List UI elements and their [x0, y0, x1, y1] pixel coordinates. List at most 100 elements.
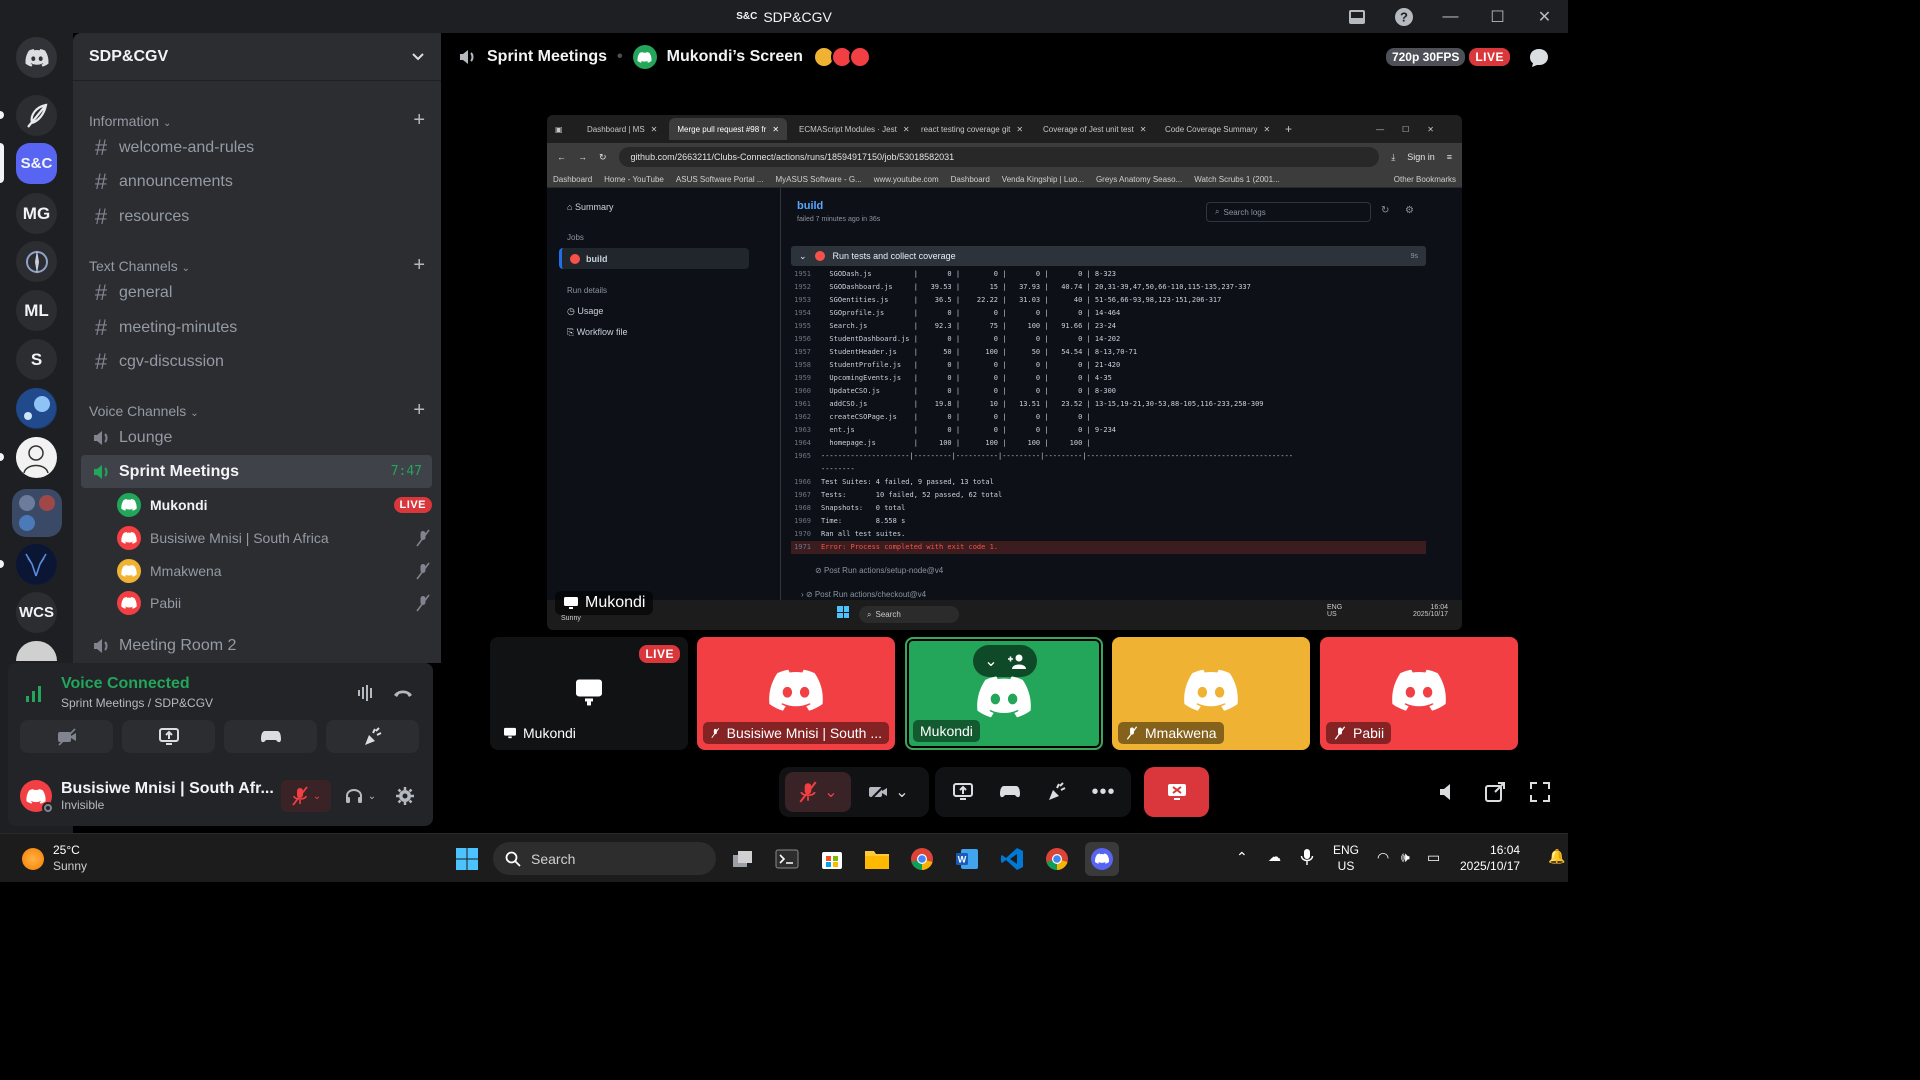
browser-tab[interactable]: Code Coverage Summary ✕ [1157, 118, 1275, 140]
chat-bubble-icon[interactable] [1528, 47, 1550, 69]
voice-location[interactable]: Sprint Meetings / SDP&CGV [61, 696, 213, 710]
more-options-button[interactable]: ••• [1082, 772, 1125, 812]
people-icon[interactable] [1006, 653, 1026, 669]
voice-channel-meeting-room-2[interactable]: Meeting Room 2 [81, 629, 432, 662]
category-text-channels[interactable]: Text Channels ⌄ + [89, 254, 425, 277]
volume-icon[interactable] [1437, 781, 1459, 803]
voice-user-pabii[interactable]: Pabii [117, 588, 432, 618]
participant-tile-stream[interactable]: LIVE Mukondi [490, 637, 688, 750]
voice-channel-lounge[interactable]: Lounge [81, 421, 432, 454]
download-icon[interactable]: ⤓ [1391, 152, 1395, 163]
add-channel-icon[interactable]: + [413, 109, 425, 132]
deafen-button[interactable]: ⌄ [335, 780, 385, 812]
workflow-file-link[interactable]: ⎘ Workflow file [567, 327, 628, 338]
bookmark[interactable]: Venda Kingship | Luo... [1002, 175, 1084, 184]
weather-widget[interactable]: 25°C Sunny [53, 842, 87, 874]
discord-taskbar-icon[interactable] [1085, 842, 1119, 876]
tab-actions-icon[interactable]: ▣ [555, 125, 575, 134]
server-icon-mg[interactable]: MG [16, 193, 57, 234]
channel-announcements[interactable]: # announcements [81, 165, 432, 198]
bookmark[interactable]: Other Bookmarks [1394, 175, 1456, 184]
language-indicator[interactable]: ENG US [1333, 842, 1359, 874]
user-avatar[interactable] [20, 780, 54, 814]
browser-tab[interactable]: Dashboard | MS ✕ [579, 118, 665, 140]
close-icon[interactable]: ✕ [651, 125, 658, 134]
camera-off-button[interactable] [20, 720, 113, 753]
channel-welcome-and-rules[interactable]: # welcome-and-rules [81, 131, 432, 164]
reload-icon[interactable]: ↻ [599, 152, 607, 163]
minimize-button[interactable]: — [1427, 0, 1474, 33]
channel-meeting-minutes[interactable]: # meeting-minutes [81, 311, 432, 344]
browser-tab[interactable]: Merge pull request #98 fr ✕ [669, 118, 788, 140]
close-icon[interactable]: ✕ [1016, 125, 1023, 134]
menu-icon[interactable]: ≡ [1447, 152, 1452, 162]
disconnect-icon[interactable] [392, 683, 414, 703]
terminal-icon[interactable] [770, 842, 804, 876]
bookmark[interactable]: Dashboard [553, 175, 592, 184]
post-step[interactable]: ⊘ Post Run actions/setup-node@v4 [815, 566, 943, 575]
server-icon-compass[interactable] [16, 241, 57, 282]
participant-tile-pabii[interactable]: Pabii [1320, 637, 1518, 750]
bookmark[interactable]: Dashboard [951, 175, 990, 184]
category-voice-channels[interactable]: Voice Channels ⌄ + [89, 399, 425, 422]
refresh-icon[interactable]: ↻ [1381, 205, 1389, 216]
mute-toggle-button[interactable]: ⌄ [785, 772, 851, 812]
store-icon[interactable] [815, 842, 849, 876]
url-field[interactable]: github.com/2663211/Clubs-Connect/actions… [618, 147, 1380, 167]
bookmark[interactable]: Home - YouTube [604, 175, 664, 184]
server-icon-ml[interactable]: ML [16, 290, 57, 331]
settings-button[interactable] [389, 780, 421, 812]
participant-tile-busisiwe[interactable]: Busisiwe Mnisi | South ... [697, 637, 895, 750]
file-explorer-icon[interactable] [860, 842, 894, 876]
channel-cgv-discussion[interactable]: # cgv-discussion [81, 345, 432, 378]
wifi-icon[interactable]: ◠ [1377, 849, 1389, 866]
microphone-icon[interactable] [1300, 848, 1314, 866]
participant-tile-mukondi[interactable]: ⌄ Mukondi [905, 637, 1103, 750]
back-icon[interactable]: ← [557, 152, 566, 162]
taskbar-search[interactable]: Search [493, 842, 716, 875]
server-icon-deer[interactable] [16, 544, 57, 585]
inbox-icon[interactable] [1333, 0, 1380, 33]
server-icon-sc[interactable]: S&C [16, 143, 57, 184]
screen-share-button[interactable] [122, 720, 215, 753]
chevron-down-icon[interactable]: ⌄ [313, 791, 321, 802]
add-channel-icon[interactable]: + [413, 254, 425, 277]
shared-screen[interactable]: ▣ Dashboard | MS ✕ Merge pull request #98… [547, 115, 1462, 630]
bookmark[interactable]: www.youtube.com [874, 175, 939, 184]
window-controls[interactable]: —☐✕ [1376, 125, 1452, 134]
close-icon[interactable]: ✕ [772, 125, 779, 134]
channel-general[interactable]: # general [81, 276, 432, 309]
channel-resources[interactable]: # resources [81, 200, 432, 233]
chevron-down-icon[interactable]: ⌄ [984, 651, 997, 671]
voice-channel-sprint-meetings[interactable]: Sprint Meetings 7:47 [81, 455, 432, 488]
windows-start-button[interactable] [450, 842, 484, 876]
pop-out-icon[interactable] [1484, 781, 1506, 803]
post-step[interactable]: › ⊘ Post Run actions/checkout@v4 [801, 590, 926, 599]
volume-icon[interactable]: 🕪 [1401, 849, 1410, 866]
server-header[interactable]: SDP&CGV [73, 33, 441, 81]
vscode-icon[interactable] [995, 842, 1029, 876]
browser-tab[interactable]: react testing coverage git ✕ [913, 118, 1031, 140]
browser-tab[interactable]: ECMAScript Modules · Jest ✕ [791, 118, 909, 140]
participant-tile-mmakwena[interactable]: Mmakwena [1112, 637, 1310, 750]
help-icon[interactable]: ? [1380, 0, 1427, 33]
bookmark[interactable]: ASUS Software Portal ... [676, 175, 764, 184]
close-icon[interactable]: ✕ [1140, 125, 1147, 134]
voice-user-busisiwe[interactable]: Busisiwe Mnisi | South Africa [117, 523, 432, 553]
task-view-icon[interactable] [726, 842, 760, 876]
gear-icon[interactable]: ⚙ [1405, 205, 1414, 216]
maximize-button[interactable]: ☐ [1474, 0, 1521, 33]
chevron-down-icon[interactable]: ⌄ [895, 782, 908, 802]
bookmark[interactable]: Greys Anatomy Seaso... [1096, 175, 1182, 184]
summary-link[interactable]: ⌂ Summary [567, 202, 613, 212]
voice-user-mukondi[interactable]: Mukondi LIVE [117, 490, 432, 520]
sun-icon[interactable] [22, 848, 44, 870]
search-logs-input[interactable]: ⌕ Search logs [1206, 202, 1371, 222]
fullscreen-icon[interactable] [1529, 781, 1551, 803]
battery-icon[interactable]: ▭ [1427, 849, 1440, 866]
server-icon-feather[interactable] [16, 95, 57, 136]
usage-link[interactable]: ◷ Usage [567, 306, 603, 317]
onedrive-icon[interactable]: ☁ [1268, 849, 1281, 865]
chrome-profile-icon[interactable] [1040, 842, 1074, 876]
noise-suppression-icon[interactable] [356, 683, 376, 703]
